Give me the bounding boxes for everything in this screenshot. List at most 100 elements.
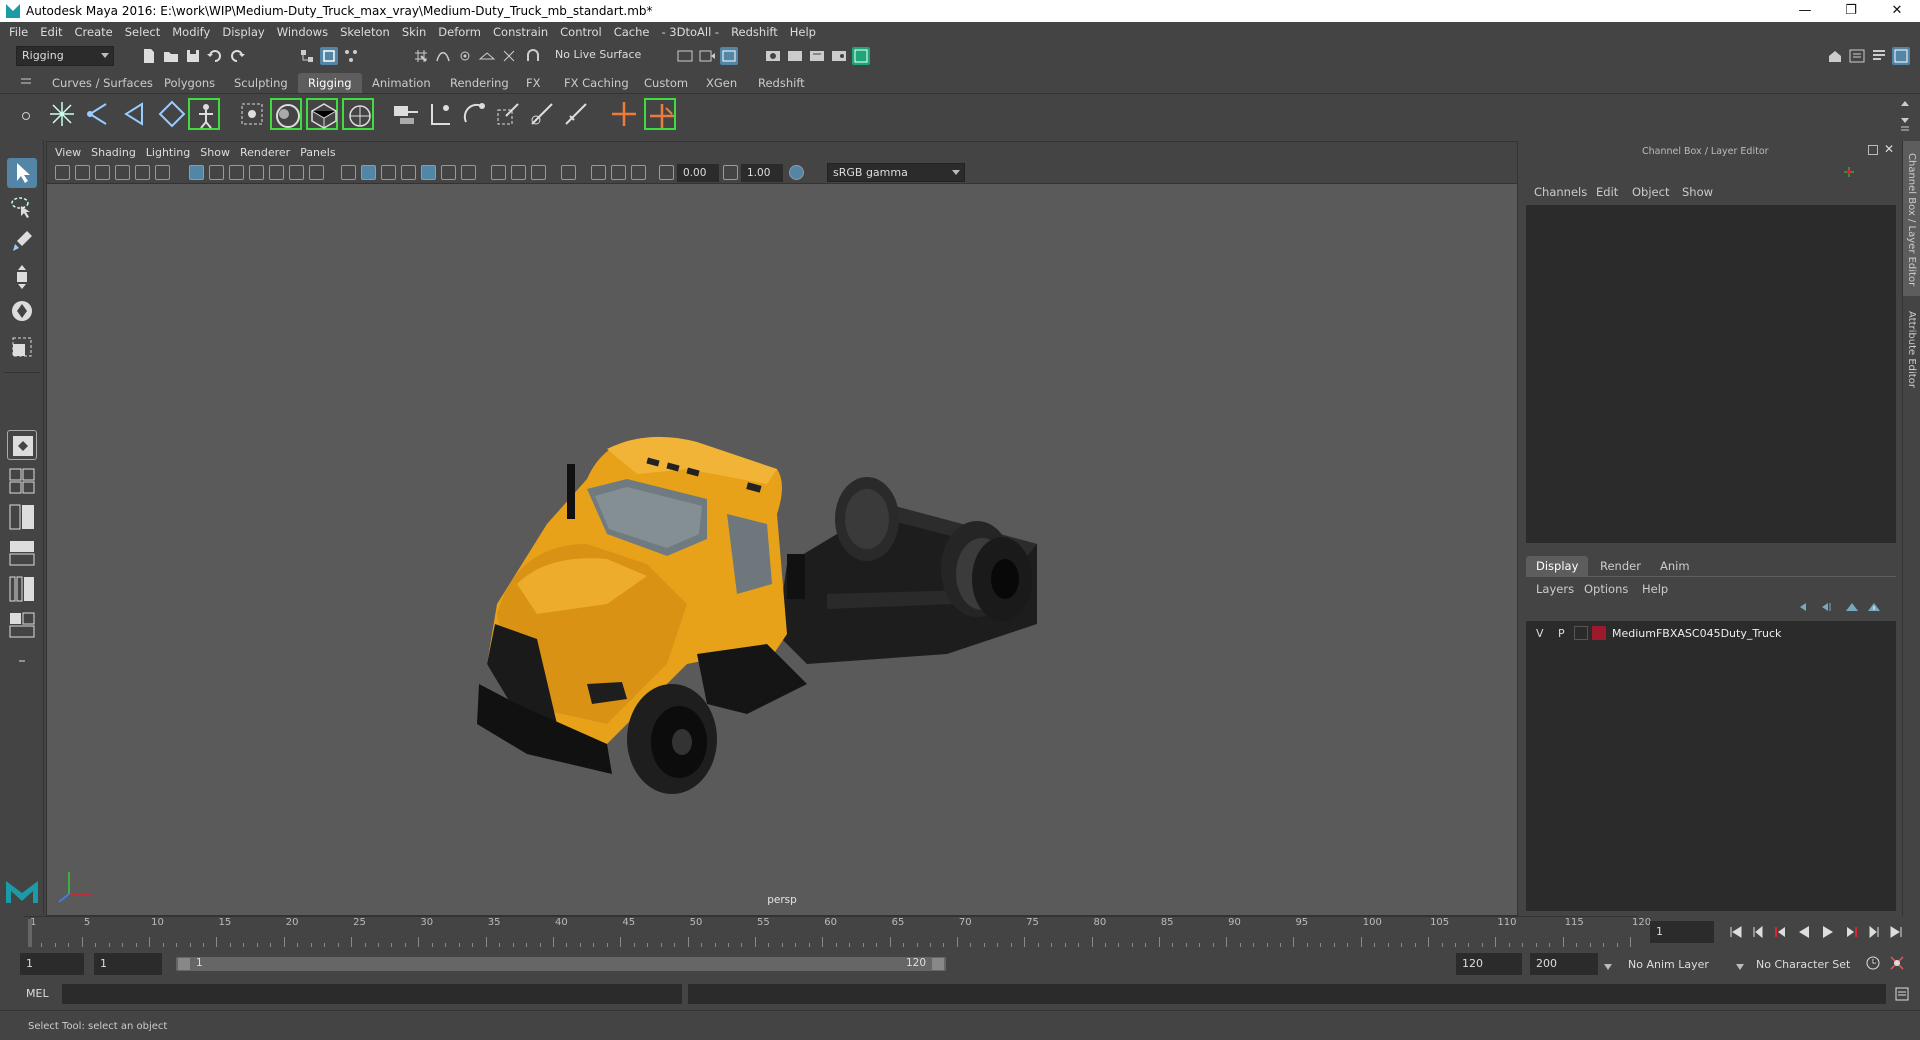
lattice-icon[interactable] xyxy=(270,98,302,130)
restore-button[interactable]: ❐ xyxy=(1828,0,1874,22)
redshift-render-icon[interactable] xyxy=(852,47,870,65)
time-ruler[interactable]: 1 5 10 15 20 25 30 35 40 45 50 55 60 65 70 75 80 85 90 95 10… xyxy=(24,916,1651,948)
channel-list[interactable] xyxy=(1526,205,1896,543)
play-forwards-icon[interactable] xyxy=(1820,924,1836,940)
point-constraint-icon[interactable] xyxy=(424,98,456,130)
ipr-render-icon[interactable] xyxy=(720,47,738,65)
persp-outliner-layout-icon[interactable] xyxy=(7,502,37,532)
select-object-icon[interactable] xyxy=(320,47,338,65)
menu-display[interactable]: Display xyxy=(219,25,273,39)
xray-joints-icon[interactable] xyxy=(631,165,646,180)
tab-rigging[interactable]: Rigging xyxy=(298,73,362,93)
range-end-handle[interactable] xyxy=(932,958,944,970)
snap-curve-icon[interactable] xyxy=(434,47,452,65)
snap-live-icon[interactable] xyxy=(500,47,518,65)
create-control-icon[interactable] xyxy=(644,98,676,130)
undo-icon[interactable] xyxy=(206,47,224,65)
menu-windows[interactable]: Windows xyxy=(274,25,337,39)
cluster-icon[interactable] xyxy=(342,98,374,130)
layer-color-swatch[interactable] xyxy=(1592,626,1606,640)
menu-deform[interactable]: Deform xyxy=(435,25,490,39)
help-menu[interactable]: Help xyxy=(1642,582,1668,596)
menu-control[interactable]: Control xyxy=(557,25,611,39)
current-time-indicator[interactable] xyxy=(28,919,32,947)
range-slider[interactable]: 1 120 xyxy=(176,957,946,971)
use-default-material-icon[interactable] xyxy=(381,165,396,180)
minimize-button[interactable]: — xyxy=(1782,0,1828,22)
tab-polygons[interactable]: Polygons xyxy=(154,73,225,93)
layout-menu-icon[interactable] xyxy=(7,646,37,676)
command-input[interactable] xyxy=(62,984,682,1004)
wireframe-on-shaded-icon[interactable] xyxy=(401,165,416,180)
live-surface-field[interactable]: No Live Surface xyxy=(550,46,646,66)
menu-cache[interactable]: Cache xyxy=(611,25,659,39)
tab-sculpting[interactable]: Sculpting xyxy=(224,73,298,93)
aim-constraint-icon[interactable] xyxy=(526,98,558,130)
step-back-frame-icon[interactable] xyxy=(1750,924,1766,940)
menu-create[interactable]: Create xyxy=(72,25,122,39)
menu-constrain[interactable]: Constrain xyxy=(490,25,557,39)
four-view-layout-icon[interactable] xyxy=(7,466,37,496)
toggle-tool-settings-icon[interactable] xyxy=(1870,47,1888,65)
redo-icon[interactable] xyxy=(228,47,246,65)
open-scene-icon[interactable] xyxy=(162,47,180,65)
screen-space-ao-icon[interactable] xyxy=(491,165,506,180)
shelf-scroll-arrows[interactable] xyxy=(1898,96,1912,134)
layer-playback-toggle[interactable]: P xyxy=(1558,627,1565,640)
2d-pan-zoom-icon[interactable] xyxy=(135,165,150,180)
panel-menu-shading[interactable]: Shading xyxy=(91,146,146,159)
wireframe-icon[interactable] xyxy=(341,165,356,180)
tab-anim[interactable]: Anim xyxy=(1650,556,1700,576)
tab-redshift[interactable]: Redshift xyxy=(748,73,815,93)
orient-constraint-icon[interactable] xyxy=(458,98,490,130)
new-layer-from-selection-icon[interactable] xyxy=(1866,601,1882,613)
toggle-attribute-editor-icon[interactable] xyxy=(1848,47,1866,65)
chevron-down-icon[interactable] xyxy=(1736,960,1744,970)
tab-fx-caching[interactable]: FX Caching xyxy=(554,73,639,93)
shadows-icon[interactable] xyxy=(461,165,476,180)
playback-start-field[interactable]: 1 xyxy=(94,953,162,975)
motion-blur-icon[interactable] xyxy=(511,165,526,180)
scale-constraint-icon[interactable] xyxy=(492,98,524,130)
step-back-key-icon[interactable] xyxy=(1772,924,1788,940)
panel-menu-show[interactable]: Show xyxy=(200,146,240,159)
close-panel-icon[interactable]: ✕ xyxy=(1884,142,1894,156)
xray-active-icon[interactable] xyxy=(611,165,626,180)
perspective-viewport[interactable]: View Shading Lighting Show Renderer Pane… xyxy=(46,141,1518,916)
use-all-lights-icon[interactable] xyxy=(441,165,456,180)
single-perspective-layout-icon[interactable] xyxy=(7,430,37,460)
current-frame-field[interactable]: 1 xyxy=(1650,921,1714,943)
panel-menu-panels[interactable]: Panels xyxy=(300,146,345,159)
render-frame-icon[interactable] xyxy=(698,47,716,65)
hypershade-layout-icon[interactable] xyxy=(7,574,37,604)
locator-icon[interactable] xyxy=(608,98,640,130)
safe-action-icon[interactable] xyxy=(289,165,304,180)
gamma-field[interactable]: 1.00 xyxy=(741,164,783,182)
layers-menu[interactable]: Layers xyxy=(1536,582,1574,596)
edit-menu[interactable]: Edit xyxy=(1596,185,1618,199)
bookmark-icon[interactable] xyxy=(95,165,110,180)
wrap-deformer-icon[interactable] xyxy=(306,98,338,130)
select-hierarchy-icon[interactable] xyxy=(298,47,316,65)
field-chart-icon[interactable] xyxy=(269,165,284,180)
go-to-end-icon[interactable] xyxy=(1888,924,1904,940)
channels-menu[interactable]: Channels xyxy=(1534,185,1587,199)
shelf-menu-icon[interactable] xyxy=(20,76,32,86)
camera-attributes-icon[interactable] xyxy=(75,165,90,180)
chevron-down-icon[interactable] xyxy=(1604,960,1612,970)
new-scene-icon[interactable] xyxy=(140,47,158,65)
playback-end-field[interactable]: 120 xyxy=(1456,953,1522,975)
tab-rendering[interactable]: Rendering xyxy=(440,73,519,93)
new-layer-icon[interactable] xyxy=(1844,601,1860,613)
pole-vector-icon[interactable] xyxy=(560,98,592,130)
play-backwards-icon[interactable] xyxy=(1796,924,1812,940)
menu-file[interactable]: File xyxy=(6,25,37,39)
panel-menu-lighting[interactable]: Lighting xyxy=(146,146,200,159)
grease-pencil-icon[interactable] xyxy=(155,165,170,180)
move-layer-up-icon[interactable] xyxy=(1798,601,1814,613)
joint-tool-icon[interactable] xyxy=(46,98,78,130)
show-menu[interactable]: Show xyxy=(1682,185,1713,199)
tab-channel-box-vertical[interactable]: Channel Box / Layer Editor xyxy=(1903,141,1920,296)
select-component-icon[interactable] xyxy=(342,47,360,65)
ik-spline-icon[interactable] xyxy=(118,98,150,130)
